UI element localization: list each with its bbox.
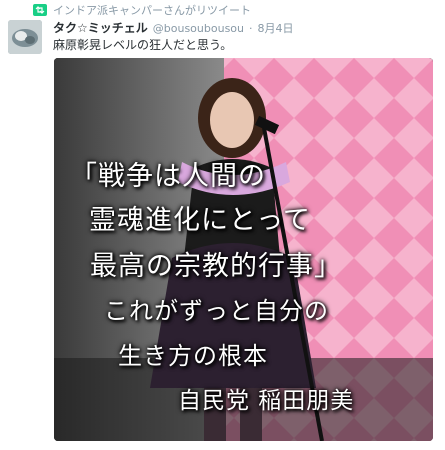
quote-line: これがずっと自分の [104, 297, 329, 325]
timestamp[interactable]: 8月4日 [258, 20, 294, 36]
separator: · [249, 22, 253, 35]
quote-line: 霊魂進化にとって [89, 205, 311, 236]
retweet-context: インドア派キャンパーさんがリツイート [33, 2, 251, 18]
retweet-icon [33, 4, 47, 16]
avatar[interactable] [8, 20, 42, 54]
screen-name[interactable]: @bousoubousou [153, 22, 244, 35]
tweet[interactable]: インドア派キャンパーさんがリツイート タク☆ミッチェル @bousoubouso… [0, 0, 445, 450]
tweet-header: タク☆ミッチェル @bousoubousou · 8月4日 [53, 19, 294, 35]
tweet-image[interactable]: 「戦争は人間の 霊魂進化にとって 最高の宗教的行事」 これがずっと自分の 生き方… [54, 58, 433, 441]
tweet-text: 麻原彰晃レベルの狂人だと思う。 [53, 38, 233, 52]
retweet-label[interactable]: インドア派キャンパーさんがリツイート [53, 2, 251, 18]
quote-line: 生き方の根本 [118, 342, 268, 370]
quote-line: 最高の宗教的行事」 [90, 251, 342, 282]
display-name[interactable]: タク☆ミッチェル [53, 19, 148, 36]
quote-line: 「戦争は人間の [70, 161, 266, 192]
image-quote-overlay: 「戦争は人間の 霊魂進化にとって 最高の宗教的行事」 これがずっと自分の 生き方… [54, 58, 433, 441]
quote-attribution: 自民党 稲田朋美 [178, 388, 355, 414]
